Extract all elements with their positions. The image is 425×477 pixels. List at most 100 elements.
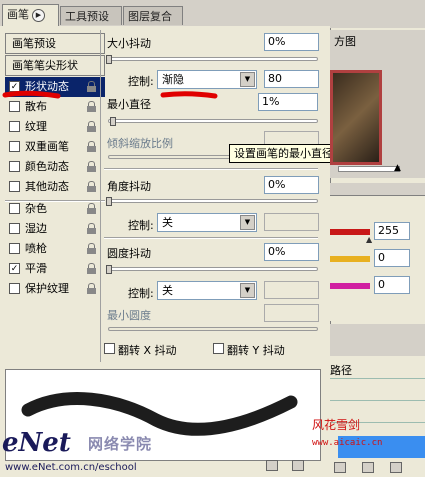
tab-label: 画笔 — [7, 8, 29, 21]
lock-icon[interactable] — [87, 161, 96, 172]
checkbox[interactable] — [9, 203, 20, 214]
checkbox[interactable] — [9, 181, 20, 192]
new-brush-icon[interactable] — [266, 460, 278, 471]
brush-presets-label: 画笔预设 — [12, 37, 56, 50]
flip-x-checkbox[interactable] — [104, 343, 115, 354]
tab-tool-presets[interactable]: 工具预设 — [60, 6, 122, 25]
yellow-channel-bar[interactable] — [330, 256, 370, 262]
roundness-jitter-input[interactable]: 0% — [264, 243, 319, 261]
trash-icon[interactable] — [292, 460, 304, 471]
tilt-scale-label: 倾斜缩放比例 — [107, 137, 173, 150]
lock-icon[interactable] — [87, 81, 96, 92]
option-label: 其他动态 — [25, 180, 69, 193]
checkbox[interactable] — [9, 161, 20, 172]
option-airbrush[interactable]: 喷枪 — [5, 239, 105, 259]
lock-icon[interactable] — [87, 141, 96, 152]
checkbox[interactable] — [9, 283, 20, 294]
roundness-jitter-slider[interactable] — [108, 267, 318, 271]
option-smoothing[interactable]: ✓ 平滑 — [5, 259, 105, 279]
tab-brushes[interactable]: 画笔 ▶ — [2, 4, 59, 26]
tooltip: 设置画笔的最小直径 — [229, 144, 338, 163]
histogram-tab-bar: 方图 — [330, 30, 425, 51]
min-roundness-label: 最小圆度 — [107, 309, 151, 322]
tab-label: 工具预设 — [65, 10, 109, 23]
angle-jitter-input[interactable]: 0% — [264, 176, 319, 194]
slider-thumb[interactable] — [106, 197, 112, 206]
angle-jitter-slider[interactable] — [108, 199, 318, 203]
checkbox[interactable] — [9, 101, 20, 112]
control-value: 关 — [162, 216, 173, 229]
slider-thumb[interactable] — [106, 55, 112, 64]
control-value: 关 — [162, 284, 173, 297]
option-noise[interactable]: 杂色 — [5, 199, 105, 219]
option-label: 颜色动态 — [25, 160, 69, 173]
control-label: 控制: — [128, 219, 154, 232]
paths-label: 路径 — [330, 364, 352, 377]
lock-icon[interactable] — [87, 263, 96, 274]
lock-icon[interactable] — [87, 283, 96, 294]
lock-icon[interactable] — [87, 101, 96, 112]
control-value: 渐隐 — [162, 73, 184, 86]
option-label: 平滑 — [25, 262, 47, 275]
control-dropdown[interactable]: 关 ▼ — [157, 213, 257, 232]
magenta-channel-bar[interactable] — [330, 283, 370, 289]
zoom-slider[interactable] — [338, 166, 400, 172]
option-color-dynamics[interactable]: 颜色动态 — [5, 157, 105, 177]
control-amount-input — [264, 281, 319, 299]
control-dropdown[interactable]: 渐隐 ▼ — [157, 70, 257, 89]
fade-steps-input[interactable]: 80 — [264, 70, 319, 88]
menu-arrow-icon[interactable]: ▶ — [32, 8, 45, 22]
blue-value-input[interactable]: 0 — [374, 276, 410, 294]
flip-y-label: 翻转 Y 抖动 — [227, 344, 285, 357]
flip-y-checkbox[interactable] — [213, 343, 224, 354]
checkbox[interactable]: ✓ — [9, 263, 20, 274]
panel-divider — [100, 30, 101, 362]
lock-icon[interactable] — [87, 181, 96, 192]
control-dropdown[interactable]: 关 ▼ — [157, 281, 257, 300]
lock-icon[interactable] — [87, 243, 96, 254]
option-protect-texture[interactable]: 保护纹理 — [5, 279, 105, 299]
green-value-input[interactable]: 0 — [374, 249, 410, 267]
option-wet-edges[interactable]: 湿边 — [5, 219, 105, 239]
checkbox[interactable] — [9, 121, 20, 132]
control-amount-input — [264, 213, 319, 231]
brush-presets-item[interactable]: 画笔预设 — [5, 33, 105, 54]
min-roundness-input — [264, 304, 319, 322]
thumbnail-image — [330, 70, 382, 165]
chevron-down-icon: ▼ — [240, 215, 255, 230]
size-jitter-label: 大小抖动 — [107, 37, 151, 50]
min-diameter-slider[interactable] — [108, 119, 318, 123]
chevron-down-icon: ▼ — [240, 283, 255, 298]
trash-icon[interactable] — [390, 462, 402, 473]
checkbox[interactable] — [9, 243, 20, 254]
checkbox[interactable] — [9, 141, 20, 152]
author-watermark: 风花雪剑 — [312, 418, 361, 432]
lock-icon[interactable] — [87, 121, 96, 132]
slider-thumb[interactable] — [106, 265, 112, 274]
lock-icon[interactable] — [87, 203, 96, 214]
slider-thumb[interactable] — [110, 117, 116, 126]
control-label: 控制: — [128, 75, 154, 88]
chevron-down-icon: ▼ — [240, 72, 255, 87]
red-channel-bar[interactable] — [330, 229, 370, 235]
new-path-icon[interactable] — [362, 462, 374, 473]
tab-layer-comps[interactable]: 图层复合 — [123, 6, 183, 25]
checkbox[interactable] — [9, 223, 20, 234]
option-dual-brush[interactable]: 双重画笔 — [5, 137, 105, 157]
triangle-icon: ▲ — [394, 163, 401, 173]
min-diameter-input[interactable]: 1% — [258, 93, 318, 111]
lock-icon[interactable] — [87, 223, 96, 234]
slider-triangle-icon[interactable]: ▲ — [366, 235, 372, 244]
option-label: 保护纹理 — [25, 282, 69, 295]
size-jitter-slider[interactable] — [108, 57, 318, 61]
red-value-input[interactable]: 255 — [374, 222, 410, 240]
histogram-tab[interactable]: 方图 — [334, 33, 356, 49]
row-divider — [330, 400, 425, 401]
brush-tip-shape-item[interactable]: 画笔笔尖形状 — [5, 55, 105, 76]
option-texture[interactable]: 纹理 — [5, 117, 105, 137]
size-jitter-input[interactable]: 0% — [264, 33, 319, 51]
option-other-dynamics[interactable]: 其他动态 — [5, 177, 105, 197]
fill-path-icon[interactable] — [334, 462, 346, 473]
option-label: 湿边 — [25, 222, 47, 235]
tab-bar: 画笔 ▶ 工具预设 图层复合 — [0, 0, 330, 27]
